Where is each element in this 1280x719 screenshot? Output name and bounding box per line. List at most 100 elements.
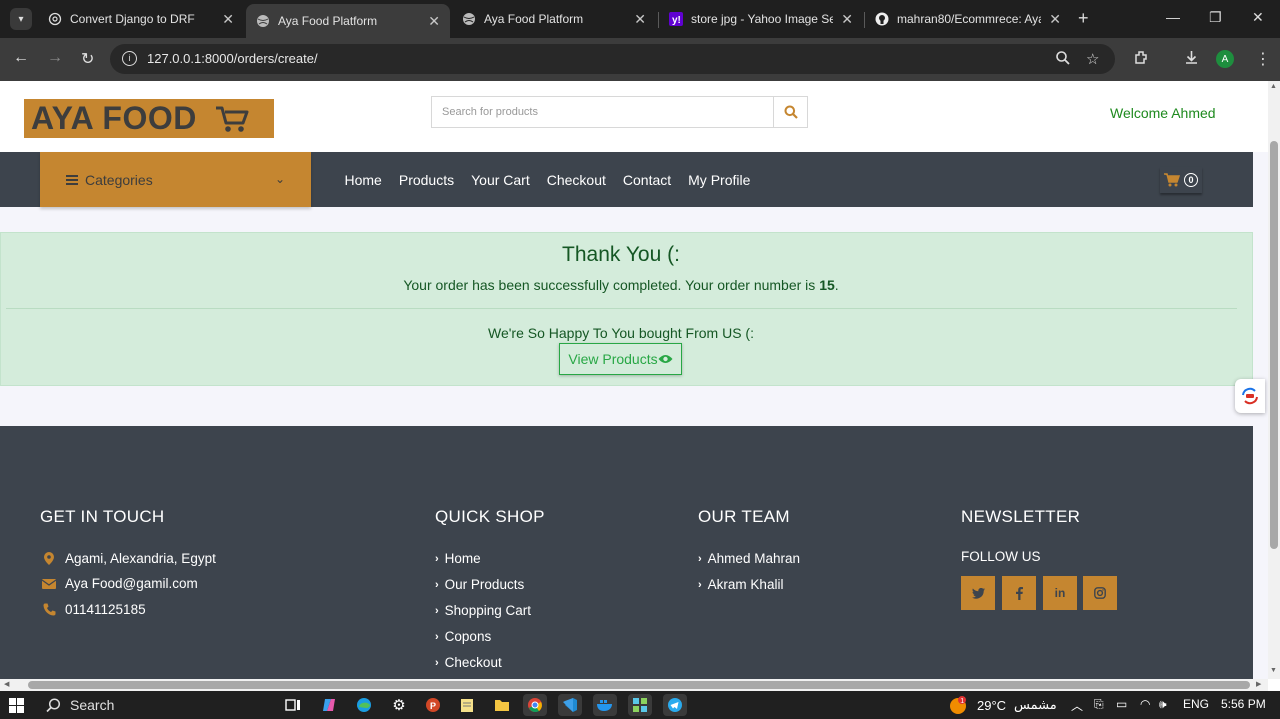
scroll-thumb[interactable]	[28, 681, 1250, 689]
search-button[interactable]	[773, 97, 807, 127]
cart-button[interactable]: 0	[1160, 167, 1202, 193]
footer-link-copons[interactable]: › Copons	[435, 629, 545, 644]
weather-condition: مشمس	[1014, 697, 1057, 712]
app-grid-icon[interactable]	[628, 694, 652, 716]
floating-chat-button[interactable]	[1235, 379, 1265, 413]
tab-title: Aya Food Platform	[278, 14, 378, 28]
link-text: Home	[444, 551, 481, 566]
chrome-icon[interactable]	[523, 694, 547, 716]
meet-now-icon[interactable]: ⎘	[1094, 697, 1104, 712]
nav-link-products[interactable]: Products	[399, 172, 454, 188]
scroll-up-arrow[interactable]: ▲	[1270, 83, 1277, 90]
tab-title: store jpg - Yahoo Image Sea	[691, 12, 834, 26]
close-icon[interactable]: ✕	[841, 11, 853, 28]
phone-text[interactable]: 01141125185	[65, 602, 146, 617]
tab-search-button[interactable]: ▾	[10, 8, 32, 30]
docker-icon[interactable]	[593, 694, 617, 716]
close-icon[interactable]: ✕	[428, 13, 440, 30]
powerpoint-icon[interactable]: P	[421, 694, 445, 716]
footer-link-checkout[interactable]: › Checkout	[435, 655, 545, 670]
vscode-icon[interactable]	[558, 694, 582, 716]
taskbar-search[interactable]: Search	[46, 697, 114, 713]
vertical-scrollbar[interactable]: ▲ ▼	[1268, 81, 1280, 679]
footer-link-products[interactable]: › Our Products	[435, 577, 545, 592]
nav-link-profile[interactable]: My Profile	[688, 172, 750, 188]
new-tab-button[interactable]: +	[1078, 8, 1089, 29]
github-icon	[875, 12, 889, 26]
nav-link-home[interactable]: Home	[345, 172, 382, 188]
tab-aya-food[interactable]: Aya Food Platform ✕	[452, 4, 656, 34]
windows-start-icon[interactable]	[9, 698, 24, 713]
site-logo[interactable]: AYA FOOD	[24, 99, 274, 138]
close-icon[interactable]: ✕	[222, 11, 234, 28]
envelope-icon	[40, 578, 58, 589]
notepad-icon[interactable]	[455, 694, 479, 716]
horizontal-scrollbar[interactable]: ◀ ▶	[0, 679, 1268, 691]
address-bar[interactable]: i 127.0.0.1:8000/orders/create/ ☆	[110, 44, 1115, 74]
tab-yahoo-image[interactable]: y! store jpg - Yahoo Image Sea ✕	[659, 4, 863, 34]
scroll-down-arrow[interactable]: ▼	[1270, 667, 1277, 674]
minimize-button[interactable]: —	[1166, 9, 1180, 25]
site-info-icon[interactable]: i	[122, 51, 137, 66]
settings-gear-icon[interactable]: ⚙	[387, 694, 411, 716]
task-view-icon[interactable]	[281, 694, 305, 716]
chatgpt-icon	[48, 12, 62, 26]
clock[interactable]: 5:56 PM	[1221, 697, 1266, 711]
search-input[interactable]	[432, 97, 773, 127]
download-icon[interactable]	[1183, 49, 1200, 66]
profile-avatar[interactable]: A	[1216, 50, 1234, 68]
linkedin-button[interactable]: in	[1043, 576, 1077, 610]
extensions-icon[interactable]	[1133, 49, 1150, 66]
scroll-right-arrow[interactable]: ▶	[1256, 680, 1261, 688]
footer-link-cart[interactable]: › Shopping Cart	[435, 603, 545, 618]
reload-icon[interactable]: ↻	[81, 49, 94, 69]
restore-button[interactable]: ❐	[1209, 9, 1222, 26]
chevron-up-icon[interactable]: ︿	[1071, 697, 1083, 714]
nav-link-contact[interactable]: Contact	[623, 172, 671, 188]
tab-aya-food-active[interactable]: Aya Food Platform ✕	[246, 4, 450, 38]
telegram-icon[interactable]	[663, 694, 687, 716]
alert-title: Thank You (:	[562, 243, 680, 266]
menu-kebab-icon[interactable]: ⋮	[1255, 49, 1271, 69]
back-icon[interactable]: ←	[13, 49, 29, 67]
footer-link-home[interactable]: › Home	[435, 551, 545, 566]
scroll-thumb[interactable]	[1270, 141, 1278, 549]
member-name: Akram Khalil	[707, 577, 784, 592]
link-text: Our Products	[444, 577, 525, 592]
nav-link-checkout[interactable]: Checkout	[547, 172, 606, 188]
categories-dropdown[interactable]: Categories ⌄	[40, 152, 311, 207]
taskbar-weather[interactable]: 1 29°C مشمس	[948, 695, 1057, 715]
map-marker-icon	[40, 552, 58, 565]
footer-quick-shop: QUICK SHOP › Home › Our Products › Shopping…	[435, 507, 545, 670]
order-success-alert: Thank You (: Your order has been success…	[0, 232, 1253, 386]
close-icon[interactable]: ✕	[1049, 11, 1061, 28]
scroll-left-arrow[interactable]: ◀	[4, 680, 9, 688]
edge-icon[interactable]	[352, 694, 376, 716]
close-window-button[interactable]: ✕	[1252, 9, 1264, 26]
view-products-button[interactable]: View Products	[559, 343, 682, 375]
zoom-icon[interactable]	[1055, 50, 1071, 66]
volume-icon[interactable]: 🕪	[1159, 697, 1167, 712]
team-member[interactable]: › Ahmed Mahran	[698, 551, 800, 566]
battery-icon[interactable]: ▭	[1116, 697, 1127, 711]
instagram-button[interactable]	[1083, 576, 1117, 610]
language-indicator[interactable]: ENG	[1183, 697, 1209, 711]
chevron-down-icon: ⌄	[274, 172, 285, 186]
url-text[interactable]: 127.0.0.1:8000/orders/create/	[147, 51, 318, 66]
facebook-button[interactable]	[1002, 576, 1036, 610]
nav-link-cart[interactable]: Your Cart	[471, 172, 530, 188]
tab-convert-django[interactable]: Convert Django to DRF ✕	[38, 4, 244, 34]
close-icon[interactable]: ✕	[634, 11, 646, 28]
welcome-user[interactable]: Welcome Ahmed	[1110, 105, 1216, 121]
forward-icon[interactable]: →	[47, 49, 63, 67]
tab-github[interactable]: mahran80/Ecommrece: Aya ✕	[865, 4, 1071, 34]
wifi-icon[interactable]: ◠	[1140, 697, 1150, 711]
file-explorer-icon[interactable]	[490, 694, 514, 716]
linkedin-icon: in	[1054, 586, 1066, 600]
twitter-button[interactable]	[961, 576, 995, 610]
bookmark-star-icon[interactable]: ☆	[1086, 50, 1099, 68]
email-text[interactable]: Aya Food@gamil.com	[65, 576, 198, 591]
categories-label: Categories	[85, 171, 153, 188]
team-member[interactable]: › Akram Khalil	[698, 577, 800, 592]
copilot-icon[interactable]	[317, 694, 341, 716]
